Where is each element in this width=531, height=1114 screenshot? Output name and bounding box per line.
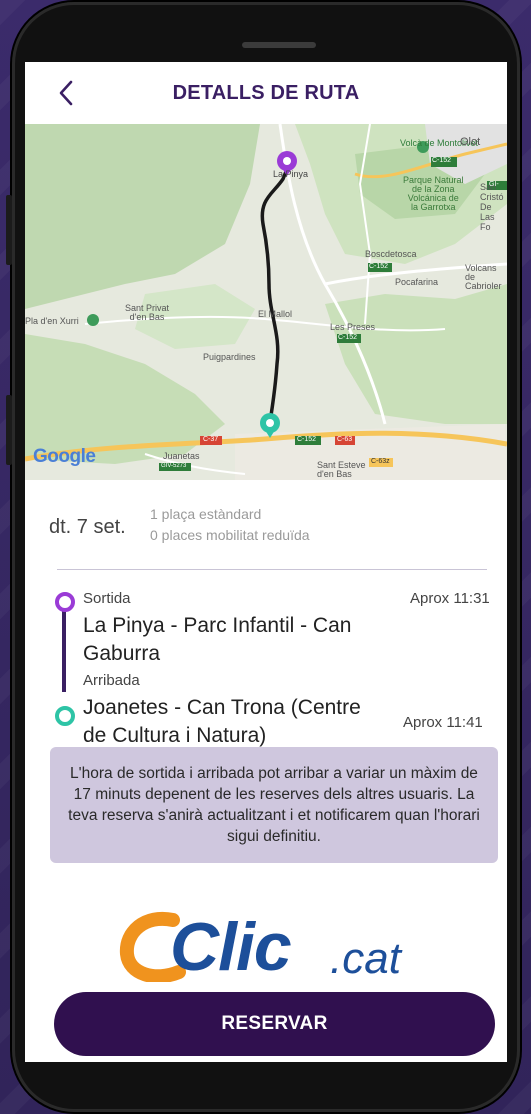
departure-marker-icon (55, 592, 75, 612)
page-title: DETALLS DE RUTA (172, 81, 360, 104)
map-label-pocafarina: Pocafarina (395, 277, 439, 287)
schedule-notice: L'hora de sortida i arribada pot arribar… (50, 747, 498, 863)
road-gi: GI- (489, 181, 499, 188)
map-label-volcans: Volcans de Cabrioler (465, 263, 502, 291)
arrival-label: Arribada (83, 672, 140, 689)
map-label-olot: Olot (460, 136, 481, 148)
map-label-juanetas: Juanetas (163, 451, 200, 461)
seats-standard: 1 plaça estàndard (150, 506, 262, 522)
trip-date: dt. 7 set. (49, 516, 126, 538)
departure-stop: La Pinya - Parc Infantil - Can Gaburra (83, 614, 352, 665)
speaker-grill (242, 42, 316, 48)
arrival-stop: Joanetes - Can Trona (Centre de Cultura … (83, 696, 361, 747)
app-screen: DETALLS DE RUTA Volcà de Montolivet Olot… (25, 62, 507, 1062)
seats-info: 1 plaça estàndard 0 places mobilitat red… (150, 504, 310, 546)
road-c152-south: C-152 (338, 334, 358, 341)
map-label-boscdetosca: Boscdetosca (365, 249, 417, 259)
logo-suffix-text: .cat (330, 934, 401, 983)
map-label-pladenxurri: Pla d'en Xurri (25, 316, 79, 326)
map-label-park: Parque Natural de la Zona Volcánica de la G… (403, 175, 464, 212)
reserve-button[interactable]: RESERVAR (54, 992, 495, 1056)
app-header: DETALLS DE RUTA (25, 62, 507, 124)
road-c152: C-152 (297, 436, 317, 443)
volume-down-button (6, 395, 12, 465)
divider (57, 569, 487, 570)
map-label-start: La Pinya (273, 169, 309, 179)
seats-reduced: 0 places mobilitat reduïda (150, 527, 310, 543)
departure-label: Sortida (83, 590, 131, 607)
map-label-puigpardines: Puigpardines (203, 352, 256, 362)
road-c63z: C-63z (371, 458, 390, 465)
clic-cat-logo: Clic .cat (115, 902, 435, 985)
arrival-marker-icon (55, 706, 75, 726)
volume-up-button (6, 195, 12, 265)
google-logo: Google (33, 446, 96, 467)
route-timeline-line (62, 602, 66, 692)
route-map[interactable]: Volcà de Montolivet Olot La Pinya Parque… (25, 123, 507, 480)
road-c152-north: C-152 (432, 157, 452, 164)
map-label-lespreses: Les Preses (330, 322, 376, 332)
road-c152-mid: C-152 (369, 263, 389, 270)
reserve-button-label: RESERVAR (221, 1013, 328, 1034)
road-giv: GIV-5273 (161, 463, 187, 469)
map-label-elmallol: El Mallol (258, 309, 293, 319)
back-arrow-icon[interactable] (53, 78, 79, 108)
map-label-santesteve: Sant Esteve d'en Bas (317, 460, 366, 479)
road-c37: C-37 (203, 436, 219, 443)
notice-text: L'hora de sortida i arribada pot arribar… (68, 765, 480, 845)
logo-main-text: Clic (170, 909, 292, 985)
road-c63: C-63 (337, 436, 353, 443)
map-label-santprivat: Sant Privat d'en Bas (125, 303, 170, 322)
map-label-cristof: San Cristó De Las Fo (480, 182, 504, 232)
departure-time: Aprox 11:31 (410, 590, 490, 607)
trip-summary: dt. 7 set. 1 plaça estàndard 0 places mo… (49, 502, 489, 562)
arrival-time: Aprox 11:41 (403, 714, 483, 731)
